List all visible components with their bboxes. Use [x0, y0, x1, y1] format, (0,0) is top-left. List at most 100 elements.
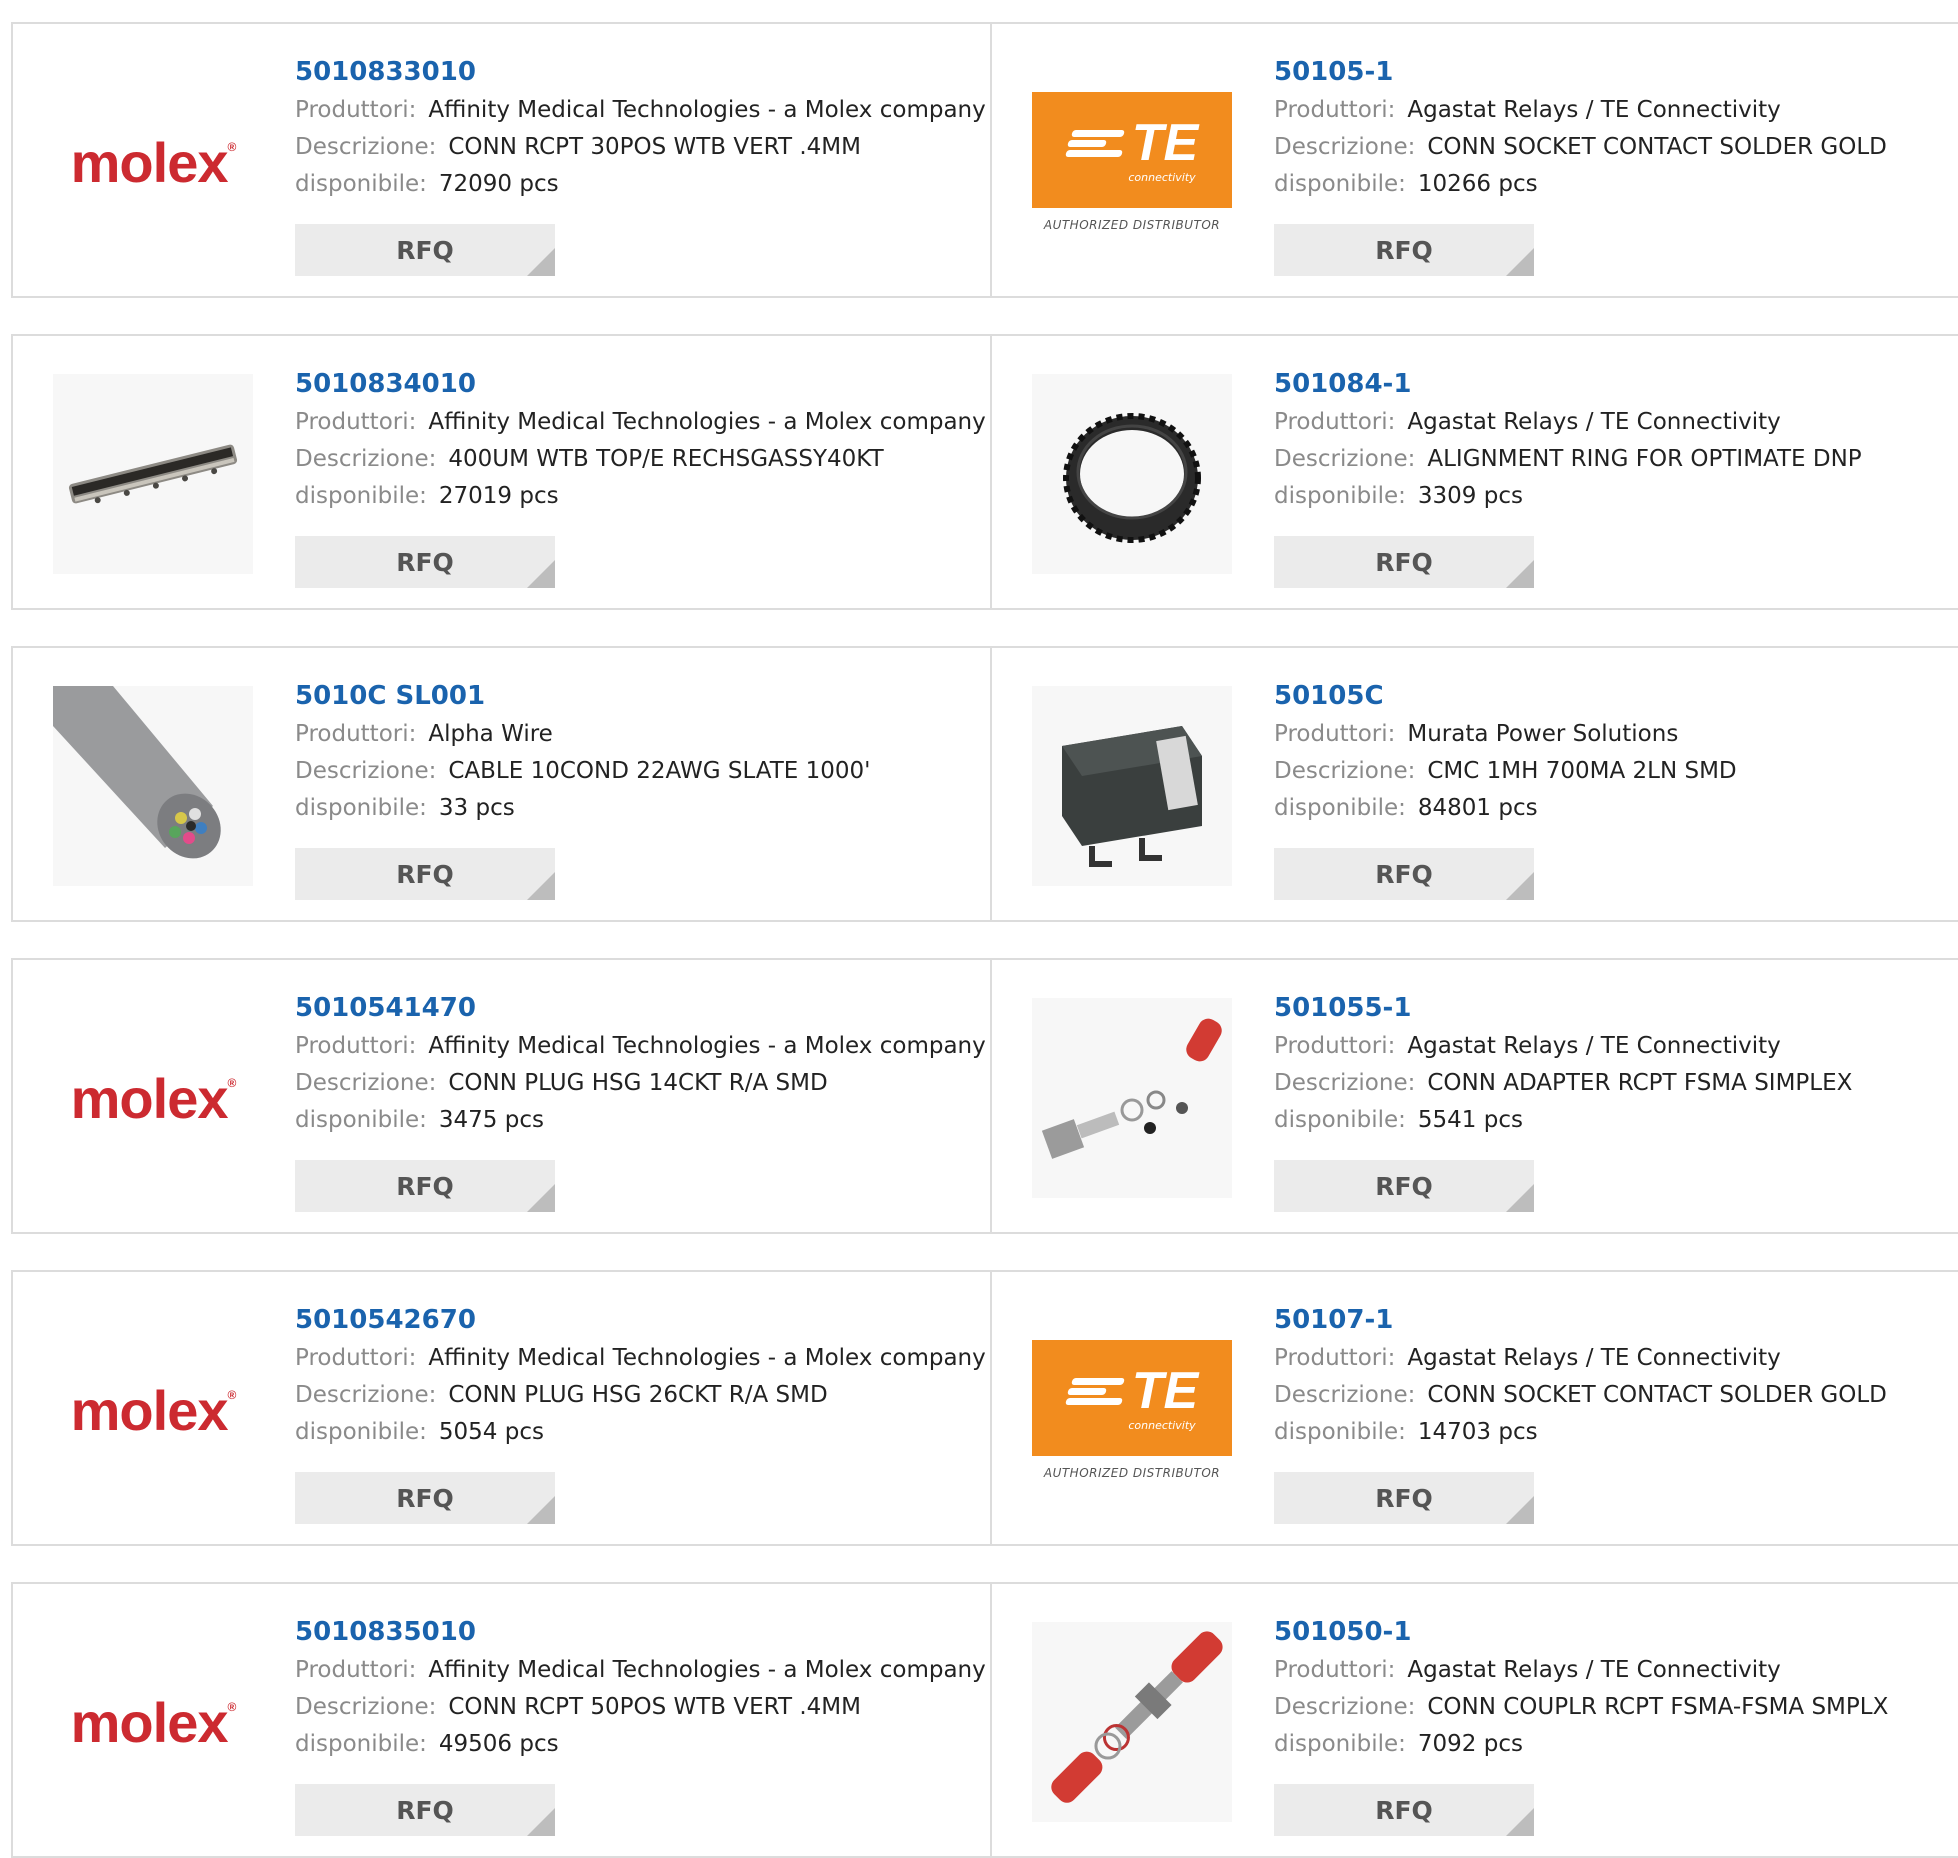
description-row: Descrizione: CONN SOCKET CONTACT SOLDER G… [1274, 1377, 1958, 1414]
molex-logo: molex® [70, 1690, 237, 1754]
product-thumbnail[interactable] [53, 374, 253, 574]
rfq-button[interactable]: RFQ [1274, 848, 1534, 900]
availability-row: disponibile: 33 pcs [295, 790, 980, 827]
product-thumbnail[interactable] [1032, 686, 1232, 886]
te-connectivity-logo: TE connectivity AUTHORIZED DISTRIBUTOR [1032, 1340, 1232, 1480]
product-card: 501055-1 Produttori: Agastat Relays / TE … [990, 958, 1958, 1234]
description-value: CABLE 10COND 22AWG SLATE 1000' [448, 758, 871, 784]
availability-row: disponibile: 3475 pcs [295, 1102, 980, 1139]
description-row: Descrizione: CONN COUPLR RCPT FSMA-FSMA S… [1274, 1689, 1958, 1726]
alignment-ring-image [1032, 374, 1232, 574]
availability-value: 3309 pcs [1417, 483, 1523, 509]
part-number-link[interactable]: 5010C SL001 [295, 676, 980, 716]
part-number-link[interactable]: 5010541470 [295, 988, 980, 1028]
product-thumbnail[interactable] [53, 686, 253, 886]
description-row: Descrizione: 400UM WTB TOP/E RECHSGASSY40… [295, 441, 980, 478]
description-label: Descrizione: [1274, 1694, 1416, 1720]
product-thumbnail[interactable]: TE connectivity AUTHORIZED DISTRIBUTOR [1032, 62, 1232, 262]
availability-label: disponibile: [295, 1419, 427, 1445]
manufacturer-label: Produttori: [295, 1657, 417, 1683]
availability-row: disponibile: 3309 pcs [1274, 478, 1958, 515]
product-info: 501050-1 Produttori: Agastat Relays / TE … [1274, 1612, 1958, 1763]
part-number-link[interactable]: 5010835010 [295, 1612, 980, 1652]
manufacturer-value: Agastat Relays / TE Connectivity [1407, 1657, 1781, 1683]
description-row: Descrizione: CONN RCPT 30POS WTB VERT .4M… [295, 129, 980, 166]
rfq-button[interactable]: RFQ [295, 1784, 555, 1836]
product-thumbnail[interactable] [1032, 998, 1232, 1198]
product-card: molex® 5010833010 Produttori: Affinity Me… [11, 22, 992, 298]
availability-label: disponibile: [1274, 1419, 1406, 1445]
product-thumbnail[interactable] [1032, 1622, 1232, 1822]
rfq-button[interactable]: RFQ [295, 1160, 555, 1212]
availability-row: disponibile: 72090 pcs [295, 166, 980, 203]
manufacturer-label: Produttori: [1274, 97, 1396, 123]
connector-strip-image [53, 374, 253, 574]
rfq-button[interactable]: RFQ [295, 848, 555, 900]
description-value: 400UM WTB TOP/E RECHSGASSY40KT [448, 446, 884, 472]
corner-decoration [1506, 1808, 1534, 1836]
manufacturer-row: Produttori: Agastat Relays / TE Connectiv… [1274, 404, 1958, 441]
part-number-link[interactable]: 50107-1 [1274, 1300, 1958, 1340]
manufacturer-value: Alpha Wire [428, 721, 553, 747]
manufacturer-value: Affinity Medical Technologies - a Molex … [428, 409, 986, 435]
description-label: Descrizione: [1274, 1382, 1416, 1408]
product-thumbnail[interactable]: molex® [53, 998, 253, 1198]
manufacturer-value: Affinity Medical Technologies - a Molex … [428, 97, 986, 123]
availability-row: disponibile: 5541 pcs [1274, 1102, 1958, 1139]
part-number-link[interactable]: 50105C [1274, 676, 1958, 716]
rfq-button[interactable]: RFQ [295, 536, 555, 588]
part-number-link[interactable]: 501055-1 [1274, 988, 1958, 1028]
rfq-button[interactable]: RFQ [1274, 536, 1534, 588]
product-thumbnail[interactable]: molex® [53, 1310, 253, 1510]
product-card: 5010834010 Produttori: Affinity Medical T… [11, 334, 992, 610]
manufacturer-row: Produttori: Affinity Medical Technologies… [295, 1340, 986, 1377]
product-card: TE connectivity AUTHORIZED DISTRIBUTOR 5… [990, 22, 1958, 298]
rfq-button[interactable]: RFQ [295, 1472, 555, 1524]
availability-value: 33 pcs [438, 795, 515, 821]
manufacturer-label: Produttori: [1274, 409, 1396, 435]
part-number-link[interactable]: 5010542670 [295, 1300, 980, 1340]
product-info: 501055-1 Produttori: Agastat Relays / TE … [1274, 988, 1958, 1139]
availability-row: disponibile: 5054 pcs [295, 1414, 980, 1451]
availability-label: disponibile: [1274, 171, 1406, 197]
manufacturer-value: Agastat Relays / TE Connectivity [1407, 1345, 1781, 1371]
product-grid: molex® 5010833010 Produttori: Affinity Me… [0, 0, 1958, 1858]
description-value: CONN SOCKET CONTACT SOLDER GOLD [1427, 1382, 1887, 1408]
availability-value: 49506 pcs [438, 1731, 559, 1757]
rfq-button[interactable]: RFQ [1274, 1160, 1534, 1212]
availability-label: disponibile: [1274, 483, 1406, 509]
manufacturer-row: Produttori: Affinity Medical Technologies… [295, 1028, 986, 1065]
rfq-button[interactable]: RFQ [1274, 1472, 1534, 1524]
part-number-link[interactable]: 501084-1 [1274, 364, 1958, 404]
description-label: Descrizione: [295, 1070, 437, 1096]
part-number-link[interactable]: 5010833010 [295, 52, 980, 92]
manufacturer-row: Produttori: Affinity Medical Technologies… [295, 404, 986, 441]
rfq-button[interactable]: RFQ [1274, 224, 1534, 276]
product-info: 5010541470 Produttori: Affinity Medical T… [295, 988, 986, 1139]
product-thumbnail[interactable]: molex® [53, 62, 253, 262]
description-value: CONN SOCKET CONTACT SOLDER GOLD [1427, 134, 1887, 160]
manufacturer-label: Produttori: [295, 721, 417, 747]
corner-decoration [527, 560, 555, 588]
availability-value: 3475 pcs [438, 1107, 544, 1133]
product-info: 5010833010 Produttori: Affinity Medical T… [295, 52, 986, 203]
rfq-button[interactable]: RFQ [1274, 1784, 1534, 1836]
manufacturer-value: Agastat Relays / TE Connectivity [1407, 1033, 1781, 1059]
part-number-link[interactable]: 50105-1 [1274, 52, 1958, 92]
product-thumbnail[interactable] [1032, 374, 1232, 574]
manufacturer-row: Produttori: Agastat Relays / TE Connectiv… [1274, 1652, 1958, 1689]
corner-decoration [527, 1496, 555, 1524]
manufacturer-row: Produttori: Alpha Wire [295, 716, 980, 753]
part-number-link[interactable]: 5010834010 [295, 364, 980, 404]
manufacturer-label: Produttori: [1274, 1033, 1396, 1059]
availability-label: disponibile: [1274, 1731, 1406, 1757]
rfq-button[interactable]: RFQ [295, 224, 555, 276]
part-number-link[interactable]: 501050-1 [1274, 1612, 1958, 1652]
manufacturer-label: Produttori: [1274, 1345, 1396, 1371]
description-row: Descrizione: CONN SOCKET CONTACT SOLDER G… [1274, 129, 1958, 166]
product-thumbnail[interactable]: molex® [53, 1622, 253, 1822]
fsma-coupler-image [1032, 1622, 1232, 1822]
product-info: 501084-1 Produttori: Agastat Relays / TE … [1274, 364, 1958, 515]
description-label: Descrizione: [1274, 758, 1416, 784]
product-thumbnail[interactable]: TE connectivity AUTHORIZED DISTRIBUTOR [1032, 1310, 1232, 1510]
